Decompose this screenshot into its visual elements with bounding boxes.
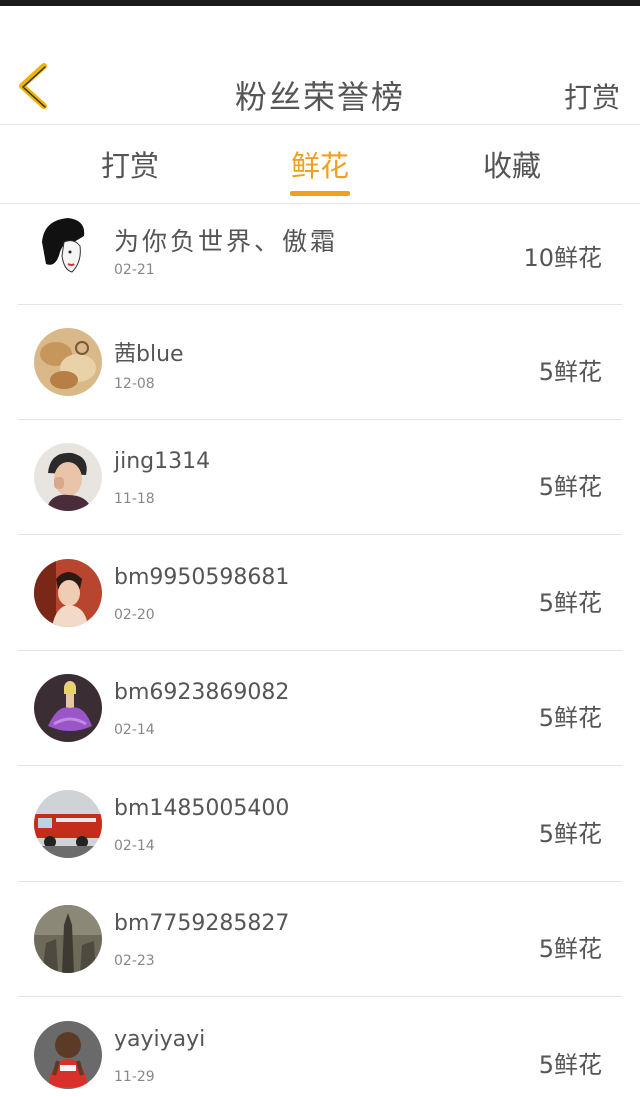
user-name: bm6923869082	[114, 680, 290, 705]
list-item[interactable]: bm9950598681 02-20 5鲜花	[18, 535, 622, 651]
tab-flowers-label: 鲜花	[290, 149, 349, 183]
user-name: bm7759285827	[114, 911, 290, 936]
flower-count: 5鲜花	[538, 358, 602, 386]
reward-date: 02-14	[114, 838, 155, 854]
user-name: bm9950598681	[114, 565, 290, 590]
avatar[interactable]	[34, 1021, 102, 1089]
reward-date: 02-20	[114, 607, 155, 623]
tab-favorites-label: 收藏	[482, 149, 541, 183]
reward-button[interactable]: 打赏	[564, 76, 620, 116]
list-item[interactable]: jing1314 11-18 5鲜花	[18, 419, 622, 535]
reward-date: 11-29	[114, 1069, 155, 1085]
tab-reward[interactable]: 打赏	[50, 143, 210, 185]
flower-count: 5鲜花	[538, 820, 602, 848]
reward-date: 12-08	[114, 376, 155, 392]
tab-favorites[interactable]: 收藏	[432, 143, 592, 185]
list-item[interactable]: 为你负世界、傲霜 02-21 10鲜花	[18, 204, 622, 305]
flower-count: 5鲜花	[538, 1051, 602, 1079]
list-item[interactable]: bm6923869082 02-14 5鲜花	[18, 650, 622, 766]
avatar[interactable]	[34, 212, 102, 280]
list-item[interactable]: 茜blue 12-08 5鲜花	[18, 304, 622, 420]
tab-reward-label: 打赏	[100, 149, 159, 183]
tab-indicator	[290, 191, 350, 196]
list-item[interactable]: yayiyayi 11-29 5鲜花	[18, 997, 622, 1097]
user-name: bm1485005400	[114, 796, 290, 821]
page-title: 粉丝荣誉榜	[234, 78, 405, 116]
fan-list: 为你负世界、傲霜 02-21 10鲜花 茜blue 12-08 5鲜花 jing…	[0, 204, 640, 1097]
reward-date: 02-21	[114, 262, 155, 278]
user-name: 为你负世界、傲霜	[114, 227, 339, 256]
flower-count: 5鲜花	[538, 935, 602, 963]
avatar[interactable]	[34, 443, 102, 511]
list-item[interactable]: bm1485005400 02-14 5鲜花	[18, 766, 622, 882]
flower-count: 5鲜花	[538, 704, 602, 732]
header: 粉丝荣誉榜 打赏	[0, 6, 640, 125]
avatar[interactable]	[34, 559, 102, 627]
reward-date: 11-18	[114, 491, 155, 507]
tab-flowers[interactable]: 鲜花	[240, 143, 400, 196]
list-item[interactable]: bm7759285827 02-23 5鲜花	[18, 881, 622, 997]
avatar[interactable]	[34, 790, 102, 858]
reward-date: 02-14	[114, 722, 155, 738]
flower-count: 5鲜花	[538, 473, 602, 501]
user-name: 茜blue	[114, 342, 184, 367]
flower-count: 10鲜花	[523, 244, 602, 272]
avatar[interactable]	[34, 905, 102, 973]
avatar[interactable]	[34, 674, 102, 742]
flower-count: 5鲜花	[538, 589, 602, 617]
tab-bar: 打赏 鲜花 收藏	[0, 125, 640, 204]
reward-date: 02-23	[114, 953, 155, 969]
user-name: yayiyayi	[114, 1027, 206, 1052]
user-name: jing1314	[114, 449, 211, 474]
avatar[interactable]	[34, 328, 102, 396]
